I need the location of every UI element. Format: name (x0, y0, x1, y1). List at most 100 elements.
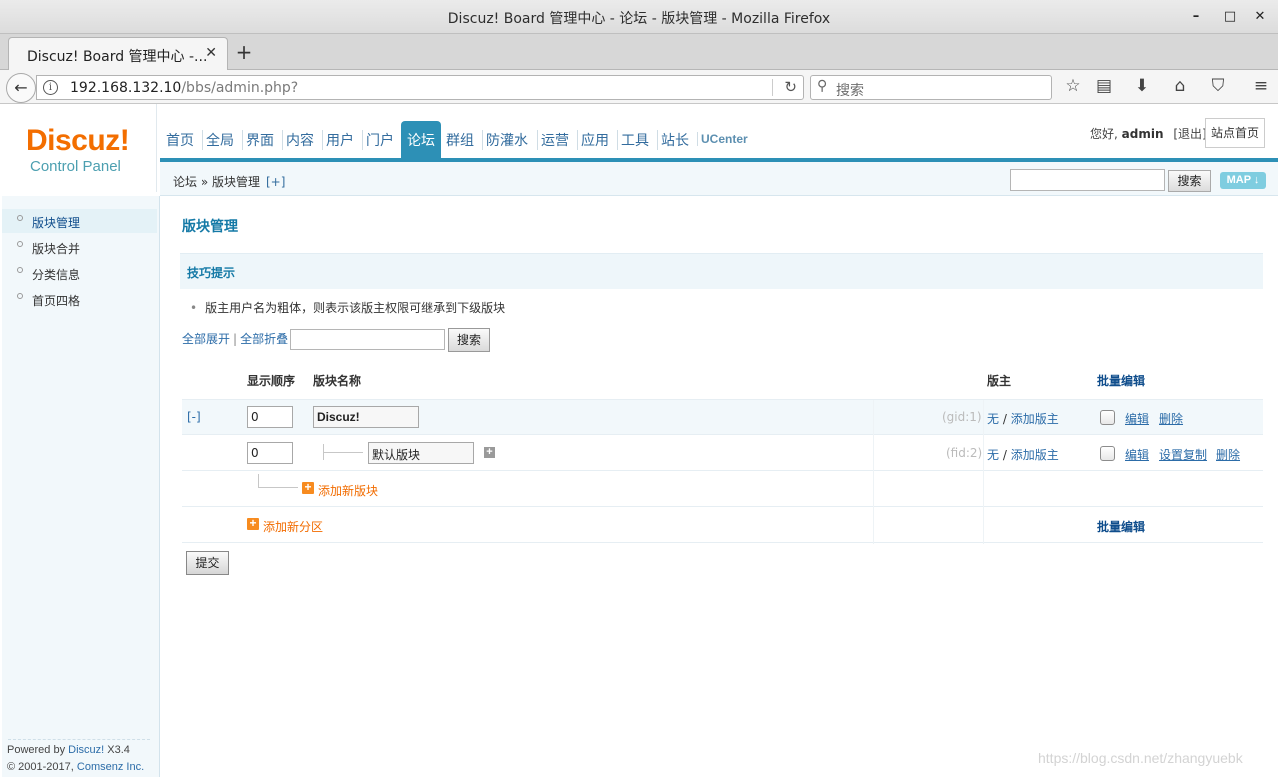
arrow-down-icon: ↓ (1253, 174, 1260, 186)
row-checkbox[interactable] (1100, 410, 1115, 425)
sidebar-item-forum-manage[interactable]: 版块管理 (2, 209, 157, 233)
sidebar-item-thread-types[interactable]: 分类信息 (2, 261, 157, 285)
site-info-icon[interactable]: i (43, 80, 58, 95)
nav-interface[interactable]: 界面 (242, 130, 274, 150)
col-name: 版块名称 (313, 374, 362, 388)
url-host: 192.168.132.10 (70, 80, 182, 96)
divider: | (233, 332, 238, 346)
new-tab-icon[interactable]: + (234, 40, 254, 64)
logo-area: Discuz! Control Panel (2, 104, 157, 192)
forum-search-button[interactable]: 搜索 (448, 328, 490, 352)
url-text[interactable]: 192.168.132.10/bbs/admin.php? (70, 80, 298, 96)
column-divider (873, 400, 874, 544)
admin-search-input[interactable] (1010, 169, 1165, 191)
nav-home[interactable]: 首页 (166, 130, 194, 150)
sidebar-item-label: 版块管理 (32, 216, 81, 230)
bookmark-star-icon[interactable]: ☆ (1062, 76, 1084, 96)
browser-search-input[interactable]: ⚲ 搜索 (810, 75, 1052, 100)
reload-icon[interactable]: ↻ (784, 78, 797, 96)
nav-portal[interactable]: 门户 (362, 130, 394, 150)
download-icon[interactable]: ⬇ (1131, 76, 1153, 96)
nav-forum[interactable]: 论坛 (401, 121, 441, 158)
row-checkbox[interactable] (1100, 446, 1115, 461)
breadcrumb: 论坛 » 版块管理 [+] (173, 173, 285, 190)
home-icon[interactable]: ⌂ (1169, 76, 1191, 96)
nav-ucenter[interactable]: UCenter (697, 132, 748, 146)
sub-bar: 论坛 » 版块管理 [+] 搜索 MAP ↓ (160, 162, 1278, 196)
add-moderator-link[interactable]: 添加版主 (1011, 412, 1059, 426)
site-home-button[interactable]: 站点首页 (1205, 118, 1265, 148)
moderator-none: 无 (987, 448, 1000, 462)
edit-link[interactable]: 编辑 (1125, 446, 1149, 463)
add-group-link[interactable]: 添加新分区 (263, 518, 323, 535)
expand-all-link[interactable]: 全部展开 (182, 332, 230, 346)
footer-divider (8, 739, 150, 740)
browser-tabbar: Discuz! Board 管理中心 -... ✕ + (0, 34, 1278, 70)
batch-edit-link[interactable]: 批量编辑 (1097, 518, 1145, 535)
pocket-icon[interactable]: ⛉ (1207, 76, 1229, 96)
edit-link[interactable]: 编辑 (1125, 410, 1149, 427)
nav-antispam[interactable]: 防灌水 (482, 130, 528, 150)
collapse-toggle[interactable]: [-] (187, 410, 201, 424)
nav-users[interactable]: 用户 (322, 130, 354, 150)
sidebar-item-forum-merge[interactable]: 版块合并 (2, 235, 157, 259)
batch-edit-link[interactable]: 批量编辑 (1097, 372, 1145, 389)
powered-prefix: Powered by (7, 744, 66, 756)
nav-operations[interactable]: 运营 (537, 130, 569, 150)
moderator-none: 无 (987, 412, 1000, 426)
close-icon[interactable]: ✕ (1252, 9, 1268, 24)
discuz-link[interactable]: Discuz! (68, 744, 104, 756)
bullet-icon (17, 241, 23, 247)
greeting: 您好, (1090, 127, 1118, 141)
minimize-icon[interactable]: – (1188, 9, 1204, 24)
col-moderator: 版主 (987, 374, 1012, 388)
url-bar[interactable]: i 192.168.132.10/bbs/admin.php? ↻ (36, 75, 804, 100)
bullet-icon (17, 215, 23, 221)
add-subforum-icon[interactable]: + (484, 447, 495, 458)
moderator-sep: / (999, 412, 1011, 426)
map-button[interactable]: MAP ↓ (1220, 172, 1266, 189)
admin-search-button[interactable]: 搜索 (1168, 170, 1211, 192)
add-moderator-link[interactable]: 添加版主 (1011, 448, 1059, 462)
submit-button[interactable]: 提交 (186, 551, 229, 575)
sidebar-item-grid[interactable]: 首页四格 (2, 287, 157, 311)
reading-list-icon[interactable]: ▤ (1093, 76, 1115, 96)
url-path: /bbs/admin.php? (181, 80, 299, 96)
order-input[interactable]: 0 (247, 406, 293, 428)
back-arrow-icon[interactable]: ← (6, 73, 36, 103)
column-divider (983, 400, 984, 544)
add-icon: + (247, 517, 259, 530)
breadcrumb-add-shortcut[interactable]: [+] (266, 175, 285, 189)
sidebar-item-label: 首页四格 (32, 294, 81, 308)
tips-bar: 技巧提示 (180, 253, 1263, 289)
comsenz-link[interactable]: Comsenz Inc. (77, 761, 144, 773)
breadcrumb-text[interactable]: 论坛 » 版块管理 (173, 175, 260, 189)
watermark: https://blog.csdn.net/zhangyuebk (1038, 750, 1243, 766)
nav-content[interactable]: 内容 (282, 130, 314, 150)
nav-founder[interactable]: 站长 (657, 130, 689, 150)
discuz-logo[interactable]: Discuz! (26, 124, 130, 158)
copy-settings-link[interactable]: 设置复制 (1159, 446, 1207, 463)
tab-close-icon[interactable]: ✕ (205, 45, 217, 61)
moderator-cell: 无 / 添加版主 (987, 446, 1059, 463)
nav-global[interactable]: 全局 (202, 130, 234, 150)
delete-link[interactable]: 删除 (1159, 410, 1183, 427)
nav-apps[interactable]: 应用 (577, 130, 609, 150)
page-title: 版块管理 (182, 219, 238, 235)
forum-name-input[interactable]: 默认版块 (368, 442, 474, 464)
copyright: © 2001-2017, Comsenz Inc. (7, 761, 144, 773)
forum-name-input[interactable]: Discuz! (313, 406, 419, 428)
collapse-all-link[interactable]: 全部折叠 (240, 332, 288, 346)
delete-link[interactable]: 删除 (1216, 446, 1240, 463)
nav-tools[interactable]: 工具 (617, 130, 649, 150)
logout-link[interactable]: [退出] (1173, 127, 1206, 141)
browser-tab[interactable]: Discuz! Board 管理中心 -... ✕ (8, 37, 228, 70)
nav-groups[interactable]: 群组 (446, 130, 474, 150)
order-input[interactable]: 0 (247, 442, 293, 464)
tip-text: 版主用户名为粗体，则表示该版主权限可继承到下级版块 (205, 301, 506, 315)
forum-search-input[interactable] (290, 329, 445, 350)
maximize-icon[interactable]: □ (1222, 9, 1238, 24)
menu-icon[interactable]: ≡ (1250, 76, 1272, 96)
tip-item: • 版主用户名为粗体，则表示该版主权限可继承到下级版块 (190, 299, 505, 316)
add-forum-link[interactable]: 添加新版块 (318, 482, 378, 499)
